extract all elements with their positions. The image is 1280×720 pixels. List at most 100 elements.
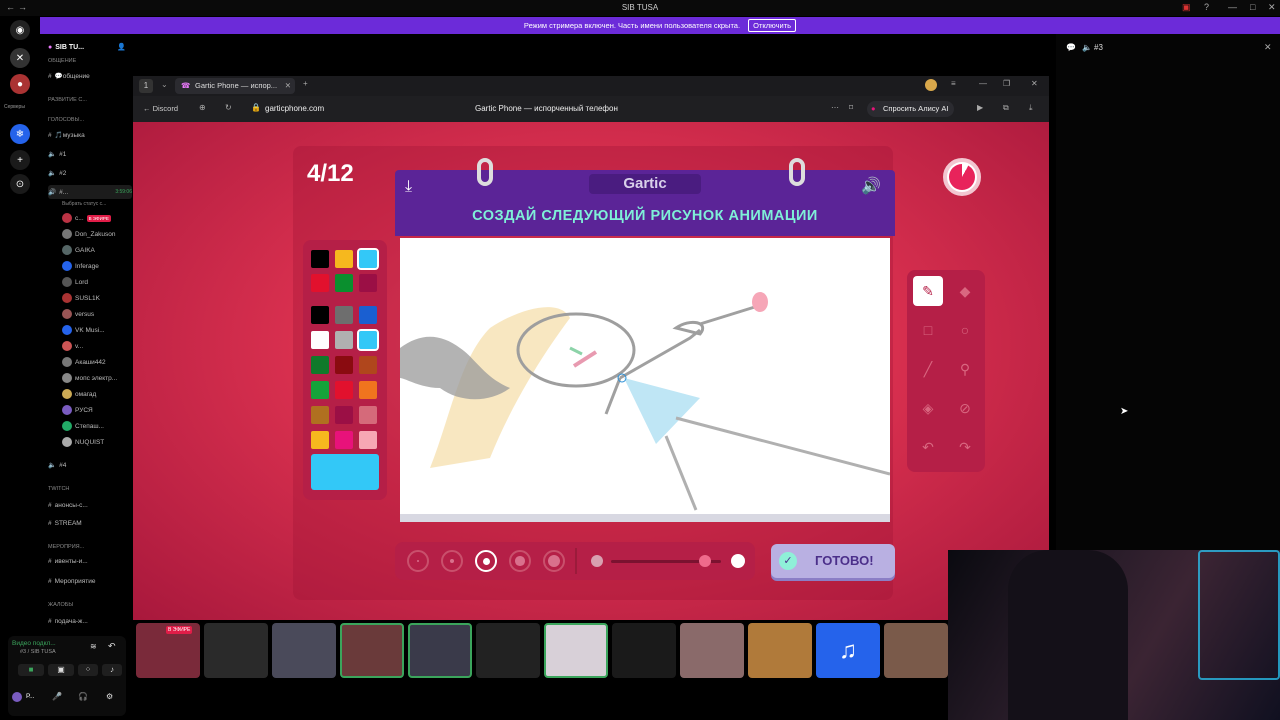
voice-member[interactable]: Don_Zakuson <box>62 227 132 241</box>
user-avatar[interactable] <box>12 692 22 702</box>
text-channel[interactable]: # STREAM <box>48 516 132 530</box>
category-row[interactable]: ГОЛОСОВЫ... <box>48 113 132 127</box>
color-swatch[interactable] <box>311 250 329 268</box>
voice-member[interactable]: SUSL1K <box>62 291 132 305</box>
voice-channel[interactable]: 🔈 #1 <box>48 147 132 161</box>
color-swatch[interactable] <box>335 431 353 449</box>
participant-tile[interactable] <box>476 623 540 678</box>
line-icon[interactable]: ╱ <box>913 354 943 384</box>
camera-button[interactable]: ■ <box>18 664 44 676</box>
noise-icon[interactable]: ≋ <box>90 642 97 651</box>
participant-tile[interactable] <box>204 623 268 678</box>
ellipse-icon[interactable]: ○ <box>950 315 980 345</box>
color-swatch[interactable] <box>359 356 377 374</box>
color-swatch[interactable] <box>335 306 353 324</box>
pen-icon[interactable]: ✎ <box>913 276 943 306</box>
browser-close-icon[interactable]: ✕ <box>1031 79 1038 88</box>
new-tab-icon[interactable]: + <box>303 79 308 88</box>
server-name[interactable]: ● SIB TU... 👤 <box>48 40 132 54</box>
participant-tile[interactable] <box>612 623 676 678</box>
done-button[interactable]: ✓ ГОТОВО! <box>771 544 895 578</box>
voice-member[interactable]: GAIKA <box>62 243 132 257</box>
text-channel[interactable]: # 💬общение <box>48 69 132 83</box>
server-icon-2[interactable]: ● <box>10 74 30 94</box>
minimize-icon[interactable]: — <box>1228 2 1237 12</box>
participant-tile[interactable] <box>272 623 336 678</box>
text-channel[interactable]: # подача-ж... <box>48 614 132 628</box>
category-row[interactable]: МЕРОПРИЯ... <box>48 540 132 554</box>
color-swatch[interactable] <box>357 329 379 351</box>
undo-icon[interactable]: ↶ <box>913 432 943 462</box>
rectangle-icon[interactable]: □ <box>913 315 943 345</box>
sound-icon[interactable]: 🔊 <box>861 176 881 196</box>
lock-icon[interactable]: 🔒 <box>251 103 261 112</box>
close-window-icon[interactable]: ✕ <box>1268 2 1276 13</box>
color-swatch[interactable] <box>335 406 353 424</box>
voice-channel[interactable]: 🔈 #4 <box>48 458 132 472</box>
voice-member[interactable]: Степаш... <box>62 419 132 433</box>
color-swatch[interactable] <box>359 274 377 292</box>
play-icon[interactable]: ▶ <box>977 103 983 112</box>
browser-minimize-icon[interactable]: — <box>979 79 987 88</box>
color-swatch[interactable] <box>359 431 377 449</box>
maximize-icon[interactable]: □ <box>1250 2 1255 12</box>
browser-restore-icon[interactable]: ❐ <box>1003 79 1010 88</box>
add-friend-icon[interactable]: 👤 <box>117 43 126 51</box>
participant-tile[interactable] <box>544 623 608 678</box>
screen-share-button[interactable]: ▣ <box>48 664 74 676</box>
participant-tile[interactable] <box>340 623 404 678</box>
headphones-icon[interactable]: 🎧 <box>78 692 88 701</box>
category-row[interactable]: TWITCH <box>48 482 132 496</box>
voice-member[interactable]: VK Musi... <box>62 323 132 337</box>
clear-icon[interactable]: ⊘ <box>950 393 980 423</box>
browser-tab-active[interactable]: ☎ Gartic Phone — испор... ✕ <box>175 78 295 94</box>
explore-icon[interactable]: ⊙ <box>10 174 30 194</box>
status-hint[interactable]: Выбрать статус с... <box>62 197 132 211</box>
disable-streamer-mode-button[interactable]: Отключить <box>748 19 797 32</box>
color-swatch[interactable] <box>311 306 329 324</box>
brush-size-option[interactable] <box>543 550 565 572</box>
color-swatch[interactable] <box>359 406 377 424</box>
voice-member[interactable]: Акаши442 <box>62 355 132 369</box>
participant-tile[interactable] <box>680 623 744 678</box>
drawing-canvas[interactable] <box>400 238 891 514</box>
text-channel[interactable]: # анонсы-с... <box>48 498 132 512</box>
brush-size-option[interactable] <box>407 550 429 572</box>
voice-member[interactable]: Inferage <box>62 259 132 273</box>
color-swatch[interactable] <box>335 331 353 349</box>
voice-member[interactable]: Lord <box>62 275 132 289</box>
voice-member[interactable]: v... <box>62 339 132 353</box>
help-icon[interactable]: ? <box>1204 2 1209 12</box>
stream-thumb-self[interactable]: В ЭФИРЕ <box>136 623 200 678</box>
back-to-discord-button[interactable]: ← Discord <box>143 104 178 113</box>
url-field[interactable]: garticphone.com <box>265 104 324 113</box>
voice-channel[interactable]: 🔈 #2 <box>48 166 132 180</box>
eyedropper-icon[interactable]: ⚲ <box>950 354 980 384</box>
participant-tile[interactable] <box>884 623 948 678</box>
ask-alice-button[interactable]: ● Спросить Алису AI <box>867 101 955 117</box>
voice-member[interactable]: мопс электр... <box>62 371 132 385</box>
redo-icon[interactable]: ↷ <box>950 432 980 462</box>
color-swatch[interactable] <box>335 381 353 399</box>
current-color-swatch[interactable] <box>311 454 379 490</box>
brush-size-option[interactable] <box>509 550 531 572</box>
microphone-icon[interactable]: 🎤 <box>52 692 62 701</box>
color-swatch[interactable] <box>311 406 329 424</box>
category-row[interactable]: ЖАЛОБЫ <box>48 598 132 612</box>
text-channel[interactable]: # Мероприятие <box>48 574 132 588</box>
download-icon[interactable]: ⤓ <box>1029 103 1033 113</box>
music-bot-tile[interactable]: ♫ <box>816 623 880 678</box>
voice-member[interactable]: versus <box>62 307 132 321</box>
participant-tile[interactable] <box>408 623 472 678</box>
color-swatch[interactable] <box>335 274 353 292</box>
collections-icon[interactable]: ⧉ <box>1003 103 1009 113</box>
participant-tile[interactable] <box>748 623 812 678</box>
voice-member[interactable]: NUQUIST <box>62 435 132 449</box>
voice-connected-status[interactable]: Видео подкл... <box>12 640 56 647</box>
color-swatch[interactable] <box>335 356 353 374</box>
close-panel-icon[interactable]: ✕ <box>1264 42 1272 53</box>
voice-member[interactable]: с... В ЭФИРЕ <box>62 211 132 225</box>
more-dots-icon[interactable]: ⋯ <box>831 103 839 112</box>
activity-button[interactable]: ⁘ <box>78 664 98 676</box>
voice-member[interactable]: омагад <box>62 387 132 401</box>
